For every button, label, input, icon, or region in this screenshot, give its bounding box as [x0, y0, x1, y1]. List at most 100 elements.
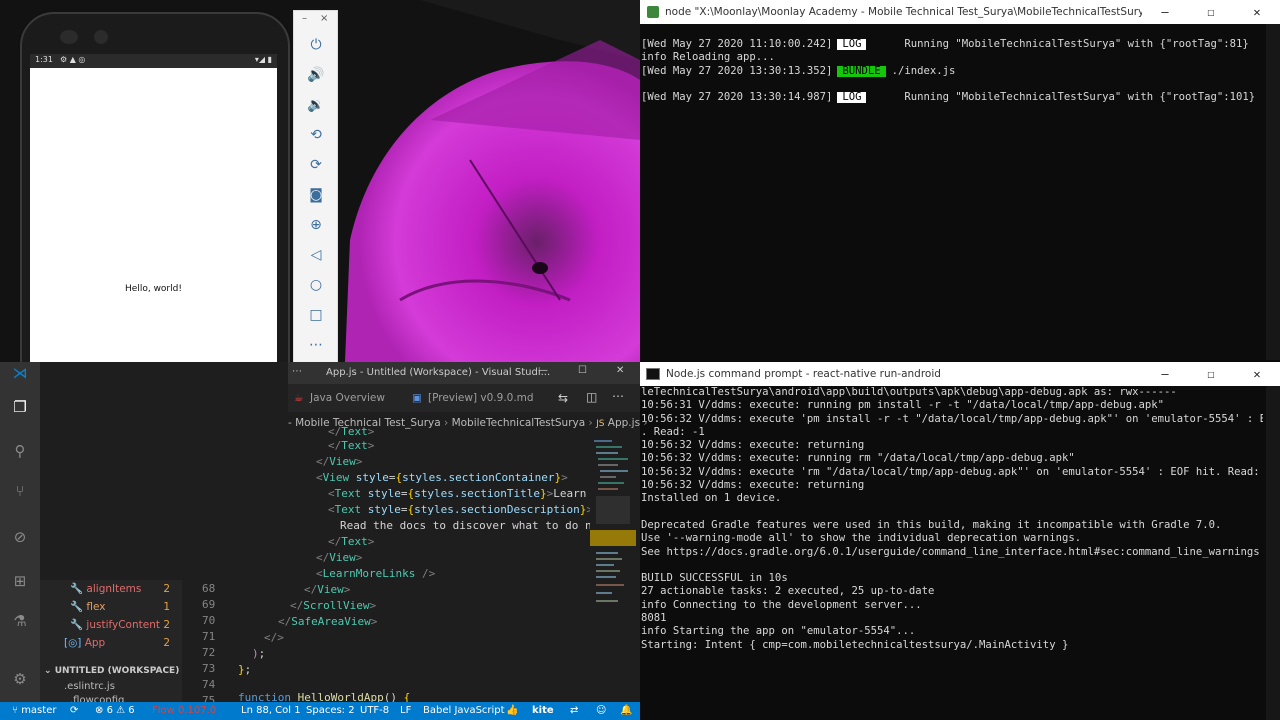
node-console-output: [Wed May 27 2020 11:10:00.242] LOG Runnin… — [641, 38, 1261, 104]
test-icon[interactable]: ⚗ — [10, 612, 30, 632]
console-line: See https://docs.gradle.org/6.0.1/usergu… — [641, 545, 1260, 558]
cmd-console-window: Node.js command prompt - react-native ru… — [640, 362, 1280, 720]
breadcrumb-item[interactable]: MobileTechnicalTestSurya — [452, 417, 586, 429]
vscode-titlebar[interactable]: ⋯ App.js - Untitled (Workspace) - Visual… — [288, 362, 640, 384]
flow-version[interactable]: Flow 0.107.0 — [152, 702, 216, 720]
node-console-title: node "X:\Moonlay\Moonlay Academy - Mobil… — [665, 6, 1142, 18]
console-line: info Reloading app... — [641, 51, 775, 64]
overview-icon[interactable]: □ — [306, 305, 326, 325]
search-icon[interactable]: ⚲ — [10, 442, 30, 462]
minimize-button[interactable]: — — [1142, 5, 1188, 19]
cmd-icon — [646, 368, 660, 380]
console-line: 10:56:32 V/ddms: execute 'rm "/data/loca… — [641, 465, 1263, 478]
sync-icon[interactable]: ⟳ — [70, 702, 78, 720]
phone-speaker-icon — [60, 30, 78, 44]
settings-gear-icon[interactable]: ⚙ — [10, 670, 30, 690]
minimize-icon[interactable]: – — [302, 13, 307, 24]
cursor-position[interactable]: Ln 88, Col 1 — [241, 702, 301, 720]
java-icon: ☕ — [294, 392, 304, 404]
outline-item[interactable]: 🔧 flex 1 — [70, 598, 182, 616]
vscode-status-bar: ⑂ master ⟳ ⊗ 6 ⚠ 6 Flow 0.107.0 Ln 88, C… — [0, 702, 640, 720]
gear-icon: ⚙ ▲ ◎ — [60, 55, 86, 64]
console-line: 10:56:32 V/ddms: execute 'pm install -r … — [641, 412, 1263, 425]
git-branch[interactable]: ⑂ master — [12, 702, 56, 720]
encoding[interactable]: UTF-8 — [360, 702, 389, 720]
console-line: 8081 — [641, 612, 667, 625]
close-icon[interactable]: × — [320, 13, 328, 24]
js-file-icon: JS — [596, 419, 605, 429]
close-button[interactable]: ✕ — [616, 365, 624, 376]
problems-indicator[interactable]: ⊗ 6 ⚠ 6 — [95, 702, 135, 720]
line-number-gutter: 68 69 70 71 72 73 74 75 — [182, 580, 224, 707]
console-line: 27 actionable tasks: 2 executed, 25 up-t… — [641, 585, 935, 598]
node-console-titlebar[interactable]: node "X:\Moonlay\Moonlay Academy - Mobil… — [640, 0, 1280, 24]
close-button[interactable]: ✕ — [1234, 5, 1280, 19]
line-number: 70 — [202, 614, 216, 627]
compare-icon[interactable]: ⇆ — [558, 391, 568, 405]
indentation[interactable]: Spaces: 2 — [306, 702, 355, 720]
hello-world-text: Hello, world! — [125, 284, 182, 294]
account-icon[interactable]: ☺ — [596, 702, 606, 720]
rotate-right-icon[interactable]: ⟳ — [306, 155, 326, 175]
kite-status[interactable]: kite — [532, 702, 554, 720]
phone-status-bar: 1:31 ⚙ ▲ ◎ ▾◢ ▮ — [30, 54, 277, 68]
console-line: . Read: -1 — [641, 425, 705, 438]
console-line: [Wed May 27 2020 13:30:13.352] BUNDLE ./in… — [641, 64, 956, 77]
minimize-button[interactable]: — — [1142, 367, 1188, 381]
breadcrumb-item[interactable]: App.js — [608, 417, 640, 429]
debug-icon[interactable]: ⊘ — [10, 528, 30, 548]
maximize-button[interactable]: ☐ — [1188, 5, 1234, 19]
cmd-console-output: leTechnicalTestSurya\android\app\build\o… — [641, 386, 1263, 652]
console-line: [Wed May 27 2020 13:30:14.987] LOG Runnin… — [641, 91, 1256, 104]
close-button[interactable]: ✕ — [1234, 367, 1280, 381]
split-editor-icon[interactable]: ◫ — [586, 390, 597, 404]
feedback-icon[interactable]: 👍 — [506, 702, 518, 720]
node-console-scrollbar[interactable] — [1266, 24, 1280, 360]
back-icon[interactable]: ◁ — [306, 245, 326, 265]
menu-icon[interactable]: ⋯ — [292, 366, 302, 377]
outline-item[interactable]: [◎] App 2 — [64, 634, 182, 652]
emulator-toolbar: – × ⏻ 🔊 🔉 ⟲ ⟳ ◙ ⊕ ◁ ○ □ ⋯ — [293, 10, 338, 364]
power-icon[interactable]: ⏻ — [306, 35, 326, 55]
rotate-left-icon[interactable]: ⟲ — [306, 125, 326, 145]
camera-icon[interactable]: ◙ — [306, 185, 326, 205]
outline-item[interactable]: 🔧 alignItems 2 — [70, 580, 182, 598]
console-line: 10:56:31 V/ddms: execute: running pm ins… — [641, 399, 1164, 412]
minimize-button[interactable]: — — [538, 365, 548, 376]
explorer-icon[interactable]: ❐ — [10, 398, 30, 418]
volume-up-icon[interactable]: 🔊 — [306, 65, 326, 85]
phone-status-time: 1:31 — [35, 55, 53, 64]
extensions-icon[interactable]: ⊞ — [10, 572, 30, 592]
code-editor[interactable]: </Text> </Text> </View> <View style={sty… — [238, 425, 600, 704]
console-line: info Connecting to the development serve… — [641, 598, 922, 611]
node-console-window: node "X:\Moonlay\Moonlay Academy - Mobil… — [640, 0, 1280, 360]
zoom-icon[interactable]: ⊕ — [306, 215, 326, 235]
line-number: 74 — [202, 678, 216, 691]
editor-minimap[interactable] — [590, 434, 636, 614]
tab-java-overview[interactable]: ☕ Java Overview — [288, 384, 410, 412]
console-line: Installed on 1 device. — [641, 492, 782, 505]
source-control-icon[interactable]: ⑂ — [10, 482, 30, 502]
maximize-button[interactable]: ☐ — [578, 365, 587, 376]
cmd-console-scrollbar[interactable] — [1266, 386, 1280, 720]
outline-item[interactable]: 🔧 justifyContent 2 — [70, 616, 182, 634]
cmd-console-title: Node.js command prompt - react-native ru… — [666, 368, 941, 380]
maximize-button[interactable]: ☐ — [1188, 367, 1234, 381]
end-of-line[interactable]: LF — [400, 702, 411, 720]
cmd-console-titlebar[interactable]: Node.js command prompt - react-native ru… — [640, 362, 1280, 386]
live-share-icon[interactable]: ⇄ — [570, 702, 578, 720]
console-line: 10:56:32 V/ddms: execute: running rm "/d… — [641, 452, 1075, 465]
more-actions-icon[interactable]: ⋯ — [612, 389, 624, 403]
volume-down-icon[interactable]: 🔉 — [306, 95, 326, 115]
tab-preview-md[interactable]: ▣ [Preview] v0.9.0.md — [406, 384, 548, 412]
line-number: 72 — [202, 646, 216, 659]
console-line: 10:56:32 V/ddms: execute: returning — [641, 479, 865, 492]
more-icon[interactable]: ⋯ — [306, 335, 326, 355]
line-number: 71 — [202, 630, 216, 643]
vscode-tab-bar: ☕ Java Overview ▣ [Preview] v0.9.0.md ⇆ … — [288, 384, 640, 412]
notifications-icon[interactable]: 🔔 — [620, 702, 632, 720]
language-mode[interactable]: Babel JavaScript — [423, 702, 505, 720]
home-icon[interactable]: ○ — [306, 275, 326, 295]
console-line: info Starting the app on "emulator-5554"… — [641, 625, 916, 638]
